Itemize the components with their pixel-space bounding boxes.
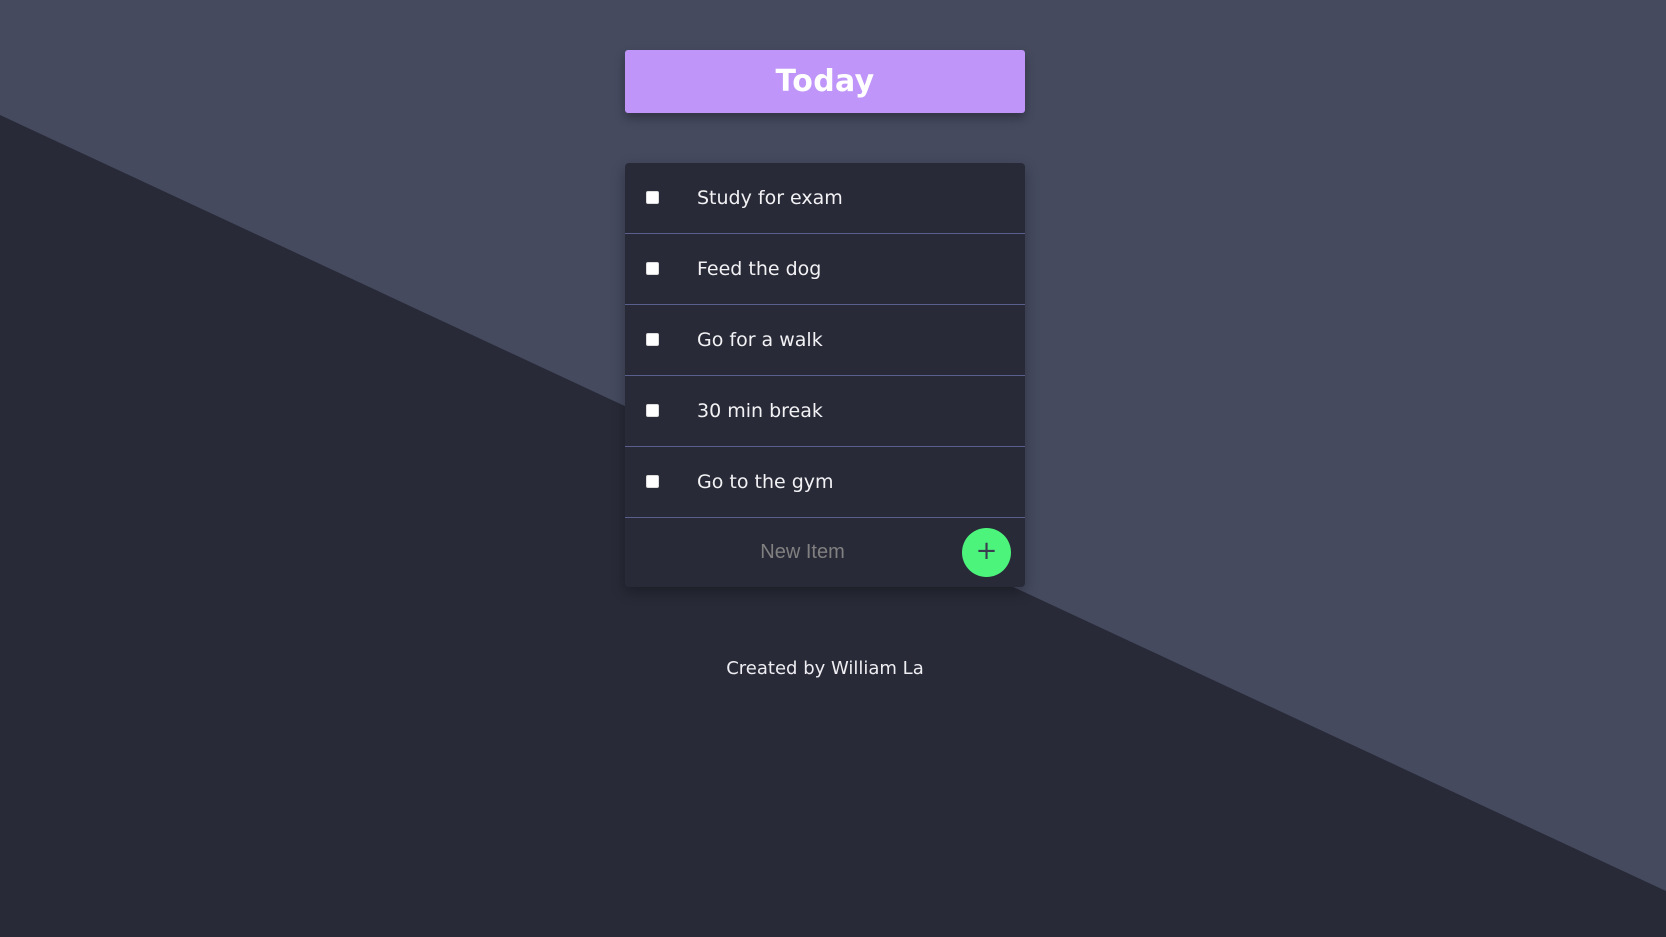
footer: Created by William La	[625, 658, 1025, 679]
footer-credit: Created by William La	[726, 658, 924, 679]
todo-item: Feed the dog	[625, 234, 1025, 305]
todo-item-label: Go for a walk	[697, 329, 823, 351]
todo-item: Go to the gym	[625, 447, 1025, 518]
add-item-button[interactable]: +	[962, 528, 1011, 577]
new-item-form: +	[625, 518, 1025, 587]
todo-item-label: Feed the dog	[697, 258, 822, 280]
todo-checkbox[interactable]	[646, 261, 659, 275]
plus-icon: +	[975, 536, 998, 566]
todo-checkbox[interactable]	[646, 403, 659, 417]
todo-checkbox[interactable]	[646, 190, 659, 204]
new-item-input[interactable]	[625, 518, 980, 587]
todo-checkbox[interactable]	[646, 474, 659, 488]
todo-item: Study for exam	[625, 163, 1025, 234]
heading-box: Today	[625, 50, 1025, 113]
todo-item-label: Study for exam	[697, 187, 843, 209]
todo-checkbox[interactable]	[646, 332, 659, 346]
page-title: Today	[775, 64, 875, 99]
todo-list: Study for exam Feed the dog Go for a wal…	[625, 163, 1025, 587]
todo-item-label: 30 min break	[697, 400, 823, 422]
todo-item-label: Go to the gym	[697, 471, 834, 493]
todo-item: Go for a walk	[625, 305, 1025, 376]
todo-item: 30 min break	[625, 376, 1025, 447]
